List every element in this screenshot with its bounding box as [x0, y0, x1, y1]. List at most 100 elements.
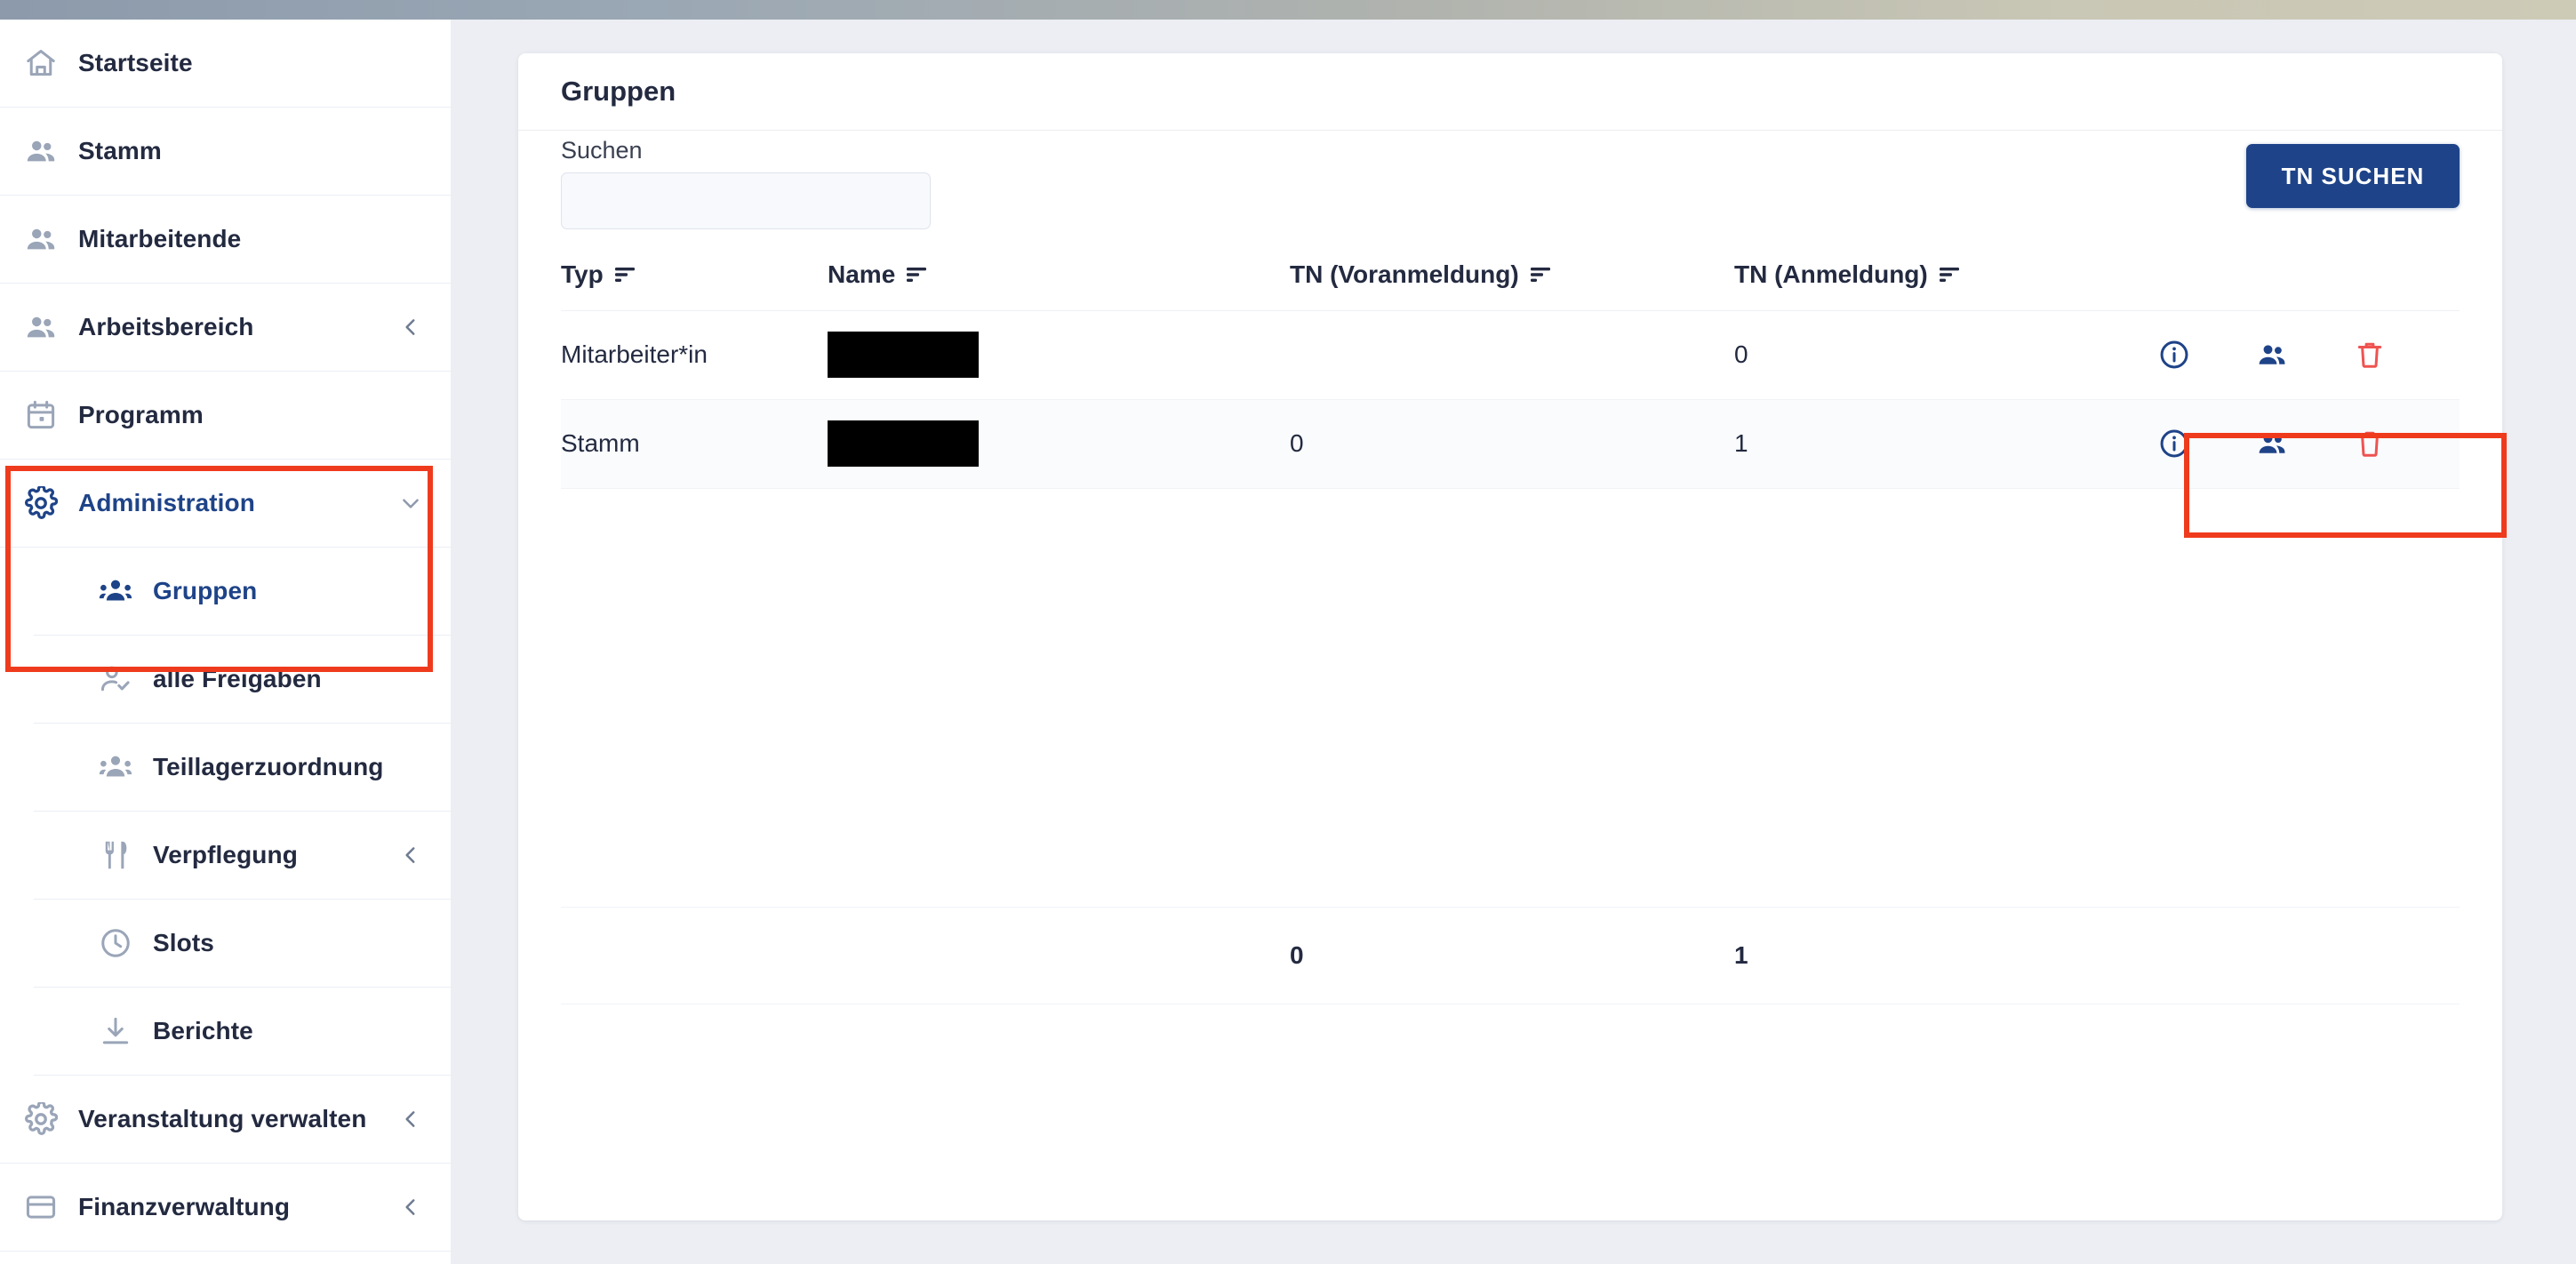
sort-icon[interactable] — [1530, 266, 1551, 284]
sidebar-item-label: Administration — [78, 489, 255, 516]
column-header-actions — [2125, 239, 2460, 311]
sidebar-item-stamm[interactable]: Stamm — [0, 108, 451, 196]
row-members-button[interactable] — [2223, 339, 2321, 371]
sort-icon[interactable] — [906, 266, 927, 284]
cell-tn-anmeldung: 1 — [1734, 399, 2125, 489]
chevron-left-icon[interactable] — [397, 1194, 424, 1220]
card-icon — [23, 1189, 59, 1225]
sidebar-item-label: Veranstaltung verwalten — [78, 1105, 367, 1132]
gear-icon — [23, 1101, 59, 1137]
cutlery-icon — [98, 837, 133, 873]
sidebar-item-label: Mitarbeitende — [78, 225, 242, 252]
sidebar-item-administration[interactable]: Administration — [0, 460, 451, 548]
column-header-tn-anmeldung[interactable]: TN (Anmeldung) — [1734, 239, 2125, 311]
sidebar-item-label: Teillagerzuordnung — [153, 753, 384, 780]
sidebar-item-label: Berichte — [153, 1017, 253, 1044]
sidebar-item-label: Gruppen — [153, 577, 258, 604]
gear-icon — [23, 485, 59, 521]
table-row[interactable]: Mitarbeiter*in 0 — [561, 310, 2460, 400]
search-row: Suchen TN SUCHEN — [518, 131, 2502, 239]
top-gradient-band — [0, 0, 2576, 20]
totals-tn-voranmeldung: 0 — [1290, 940, 1304, 969]
cell-actions — [2125, 399, 2460, 489]
people-icon — [2256, 428, 2288, 460]
chevron-left-icon[interactable] — [397, 1106, 424, 1132]
column-header-typ[interactable]: Typ — [561, 239, 828, 311]
sidebar-item-veranstaltung-verwalten[interactable]: Veranstaltung verwalten — [0, 1076, 451, 1164]
trash-icon — [2354, 428, 2386, 460]
group-icon — [98, 749, 133, 785]
cell-typ: Stamm — [561, 399, 828, 489]
sidebar-item-berichte[interactable]: Berichte — [34, 988, 451, 1076]
cell-tn-voranmeldung: 0 — [1290, 399, 1734, 489]
sidebar-item-verpflegung[interactable]: Verpflegung — [34, 812, 451, 900]
info-icon — [2158, 339, 2190, 371]
home-icon — [23, 45, 59, 81]
sidebar-item-label: Programm — [78, 401, 204, 428]
search-label: Suchen — [561, 137, 643, 164]
sidebar-item-label: Finanzverwaltung — [78, 1193, 291, 1220]
table-header-row: Typ Name TN (Voranmeldung) TN (Anmeldung… — [561, 239, 2460, 311]
sidebar-item-label: Slots — [153, 929, 214, 956]
row-members-button[interactable] — [2223, 428, 2321, 460]
row-info-button[interactable] — [2125, 339, 2223, 371]
sidebar-item-gruppen[interactable]: Gruppen — [34, 548, 451, 636]
sidebar-item-teillagerzuordnung[interactable]: Teillagerzuordnung — [34, 724, 451, 812]
table-head: Typ Name TN (Voranmeldung) TN (Anmeldung… — [561, 239, 2460, 311]
groups-card: Gruppen Suchen TN SUCHEN Typ Name TN (Vo… — [518, 53, 2502, 1220]
clock-icon — [98, 925, 133, 961]
sidebar-item-startseite[interactable]: Startseite — [0, 20, 451, 108]
cell-name — [828, 310, 1290, 400]
people-icon — [23, 309, 59, 345]
people-icon — [23, 221, 59, 257]
info-icon — [2158, 428, 2190, 460]
calendar-icon — [23, 397, 59, 433]
sidebar-item-finanzverwaltung[interactable]: Finanzverwaltung — [0, 1164, 451, 1252]
sidebar-item-label: Stamm — [78, 137, 162, 164]
row-action-group — [2125, 428, 2419, 460]
table-body: Mitarbeiter*in 0 Stamm 0 1 — [561, 310, 2460, 489]
tn-suchen-button[interactable]: TN SUCHEN — [2246, 144, 2460, 208]
sidebar-navigation[interactable]: Startseite Stamm Mitarbeitende Arbeitsberei… — [0, 20, 451, 1264]
sidebar-item-label: Arbeitsbereich — [78, 313, 254, 340]
sidebar-item-slots[interactable]: Slots — [34, 900, 451, 988]
person-check-icon — [98, 661, 133, 697]
chevron-left-icon[interactable] — [397, 842, 424, 868]
totals-tn-anmeldung: 1 — [1734, 940, 1748, 969]
chevron-left-icon[interactable] — [397, 314, 424, 340]
cell-tn-voranmeldung — [1290, 310, 1734, 400]
people-icon — [23, 133, 59, 169]
groups-table: Typ Name TN (Voranmeldung) TN (Anmeldung… — [561, 239, 2460, 489]
sidebar-item-mitarbeitende[interactable]: Mitarbeitende — [0, 196, 451, 284]
cell-typ: Mitarbeiter*in — [561, 310, 828, 400]
column-header-tn-voranmeldung-label: TN (Voranmeldung) — [1290, 260, 1519, 288]
sidebar-item-programm[interactable]: Programm — [0, 372, 451, 460]
column-header-tn-voranmeldung[interactable]: TN (Voranmeldung) — [1290, 239, 1734, 311]
column-header-tn-anmeldung-label: TN (Anmeldung) — [1734, 260, 1928, 288]
row-action-group — [2125, 339, 2419, 371]
page-title: Gruppen — [561, 76, 676, 107]
chevron-down-icon[interactable] — [397, 490, 424, 516]
people-icon — [2256, 339, 2288, 371]
column-header-name[interactable]: Name — [828, 239, 1290, 311]
trash-icon — [2354, 339, 2386, 371]
row-delete-button[interactable] — [2321, 428, 2419, 460]
groups-table-wrapper: Typ Name TN (Voranmeldung) TN (Anmeldung… — [518, 239, 2502, 1004]
group-icon — [98, 573, 133, 609]
sidebar-item-arbeitsbereich[interactable]: Arbeitsbereich — [0, 284, 451, 372]
sort-icon[interactable] — [614, 266, 636, 284]
table-totals-row: 0 1 — [561, 906, 2460, 1004]
sidebar-item-label: Verpflegung — [153, 841, 298, 868]
redacted-name-block — [828, 420, 979, 467]
table-empty-space — [561, 489, 2460, 907]
column-header-name-label: Name — [828, 260, 896, 288]
sidebar-scroll-area: Startseite Stamm Mitarbeitende Arbeitsberei… — [0, 20, 451, 1252]
row-delete-button[interactable] — [2321, 339, 2419, 371]
sort-icon[interactable] — [1939, 266, 1960, 284]
cell-actions — [2125, 310, 2460, 400]
search-input[interactable] — [561, 172, 931, 229]
sidebar-item-alle-freigaben[interactable]: alle Freigaben — [34, 636, 451, 724]
card-header: Gruppen — [518, 53, 2502, 131]
table-row[interactable]: Stamm 0 1 — [561, 399, 2460, 489]
row-info-button[interactable] — [2125, 428, 2223, 460]
